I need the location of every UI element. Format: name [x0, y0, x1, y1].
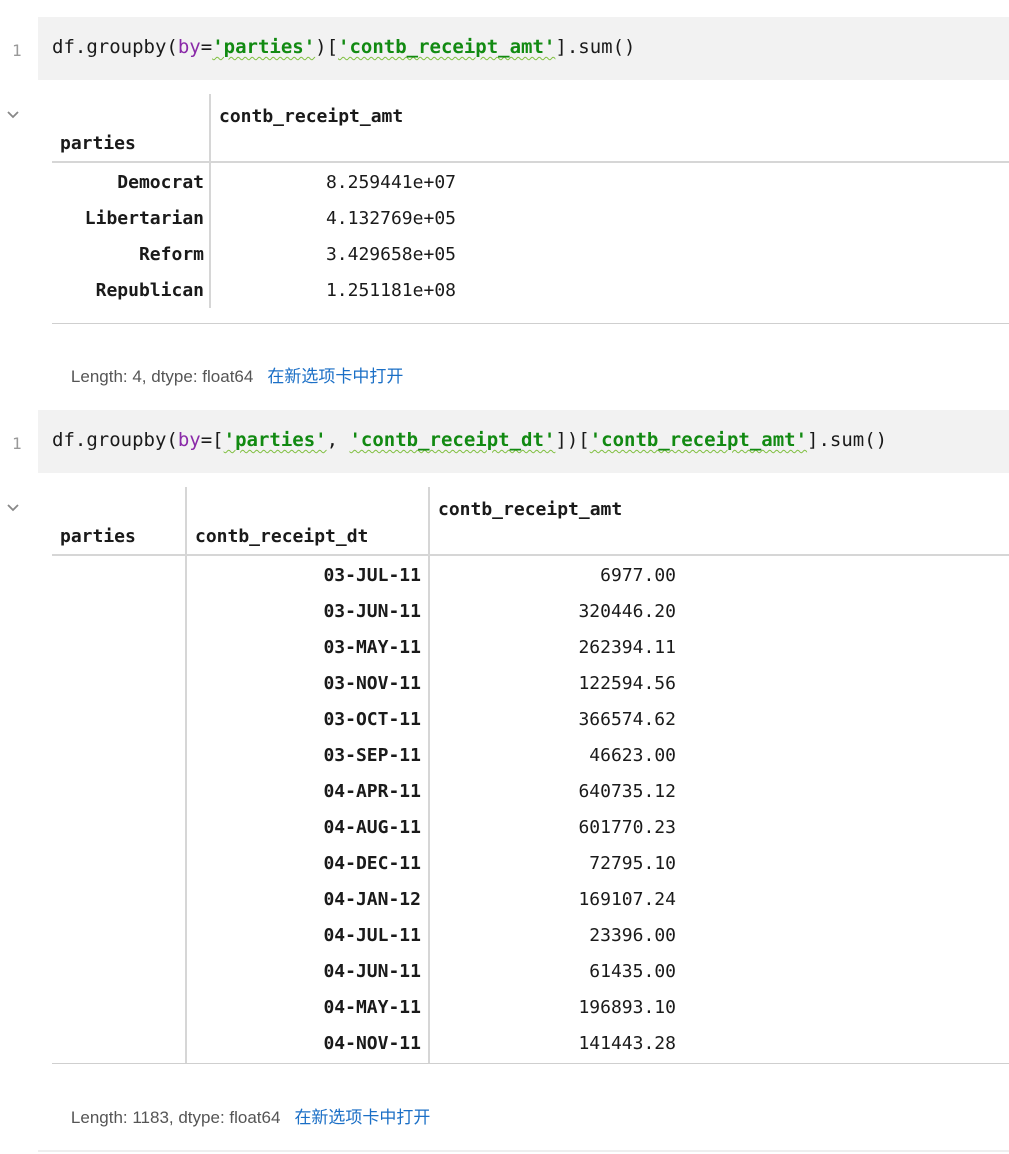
row-value: 141443.28	[578, 1033, 676, 1054]
row-index: Libertarian	[84, 208, 204, 229]
code-token: ].sum()	[555, 36, 636, 58]
output-table: contb_receipt_amt parties contb_receipt_…	[52, 487, 1009, 1067]
code-input[interactable]: df.groupby(by=['parties', 'contb_receipt…	[38, 410, 1009, 473]
row-index: 04-NOV-11	[323, 1033, 421, 1054]
code-token: =[	[200, 429, 224, 451]
row-value: 196893.10	[578, 997, 676, 1018]
output-table: contb_receipt_amt parties Democrat 8.259…	[52, 94, 1009, 326]
row-index: 03-OCT-11	[323, 709, 421, 730]
row-value: 262394.11	[578, 637, 676, 658]
row-value: 169107.24	[578, 889, 676, 910]
code-token: ])[	[555, 429, 590, 451]
code-token: 'contb_receipt_dt'	[349, 429, 556, 451]
divider	[209, 94, 211, 308]
code-token: 'contb_receipt_amt'	[338, 36, 556, 58]
row-index: Republican	[95, 280, 204, 301]
row-value: 601770.23	[578, 817, 676, 838]
column-header: contb_receipt_amt	[438, 499, 623, 520]
column-header: contb_receipt_amt	[219, 106, 404, 127]
row-index: Reform	[138, 244, 204, 265]
divider	[52, 323, 1009, 324]
open-in-new-tab-link[interactable]: 在新选项卡中打开	[267, 367, 403, 386]
row-value: 122594.56	[578, 673, 676, 694]
row-value: 1.251181e+08	[325, 280, 456, 301]
code-token: df.groupby(	[52, 429, 178, 451]
code-input[interactable]: df.groupby(by='parties')['contb_receipt_…	[38, 17, 1009, 80]
row-index: 04-MAY-11	[323, 997, 421, 1018]
divider	[52, 161, 1009, 163]
divider	[52, 1063, 1009, 1064]
row-index: 04-JAN-12	[323, 889, 421, 910]
row-index: 04-JUN-11	[323, 961, 421, 982]
code-text[interactable]: df.groupby(by='parties')['contb_receipt_…	[52, 36, 635, 58]
cell-separator	[38, 1150, 1009, 1152]
row-index: 04-JUL-11	[323, 925, 421, 946]
row-value: 23396.00	[589, 925, 676, 946]
chevron-down-icon[interactable]	[6, 108, 20, 122]
index-header: parties	[60, 133, 136, 154]
row-index: 03-JUL-11	[323, 565, 421, 586]
code-token: 'contb_receipt_amt'	[589, 429, 808, 451]
row-value: 46623.00	[589, 745, 676, 766]
output-footer: Length: 1183, dtype: float64 在新选项卡中打开	[52, 1083, 431, 1148]
code-token: )[	[315, 36, 339, 58]
row-value: 6977.00	[600, 565, 676, 586]
line-number: 1	[12, 41, 22, 60]
chevron-down-icon[interactable]	[6, 501, 20, 515]
row-value: 3.429658e+05	[325, 244, 456, 265]
row-value: 72795.10	[589, 853, 676, 874]
row-index: 03-SEP-11	[323, 745, 421, 766]
code-token: =	[200, 36, 213, 58]
row-index: 03-JUN-11	[323, 601, 421, 622]
row-index: 04-APR-11	[323, 781, 421, 802]
code-token: 'parties'	[212, 36, 316, 58]
length-dtype-text: Length: 4, dtype: float64	[70, 367, 254, 386]
code-token: ,	[326, 429, 350, 451]
divider	[185, 487, 187, 1064]
output-footer: Length: 4, dtype: float64 在新选项卡中打开	[52, 342, 403, 407]
row-index: Democrat	[117, 172, 204, 193]
row-index: 04-AUG-11	[323, 817, 421, 838]
open-in-new-tab-link[interactable]: 在新选项卡中打开	[294, 1108, 430, 1127]
index-header: contb_receipt_dt	[195, 526, 369, 547]
line-number: 1	[12, 434, 22, 453]
divider	[428, 487, 430, 1064]
index-header: parties	[60, 526, 136, 547]
row-value: 366574.62	[578, 709, 676, 730]
code-token: by	[177, 36, 201, 58]
code-token: by	[177, 429, 201, 451]
code-token: 'parties'	[223, 429, 327, 451]
row-value: 61435.00	[589, 961, 676, 982]
code-token: df.groupby(	[52, 36, 178, 58]
code-token: ].sum()	[807, 429, 888, 451]
row-index: 04-DEC-11	[323, 853, 421, 874]
length-dtype-text: Length: 1183, dtype: float64	[70, 1108, 281, 1127]
code-text[interactable]: df.groupby(by=['parties', 'contb_receipt…	[52, 429, 887, 451]
row-value: 640735.12	[578, 781, 676, 802]
row-value: 4.132769e+05	[325, 208, 456, 229]
row-index: 03-NOV-11	[323, 673, 421, 694]
row-value: 320446.20	[578, 601, 676, 622]
row-index: 03-MAY-11	[323, 637, 421, 658]
row-value: 8.259441e+07	[325, 172, 456, 193]
divider	[52, 554, 1009, 556]
